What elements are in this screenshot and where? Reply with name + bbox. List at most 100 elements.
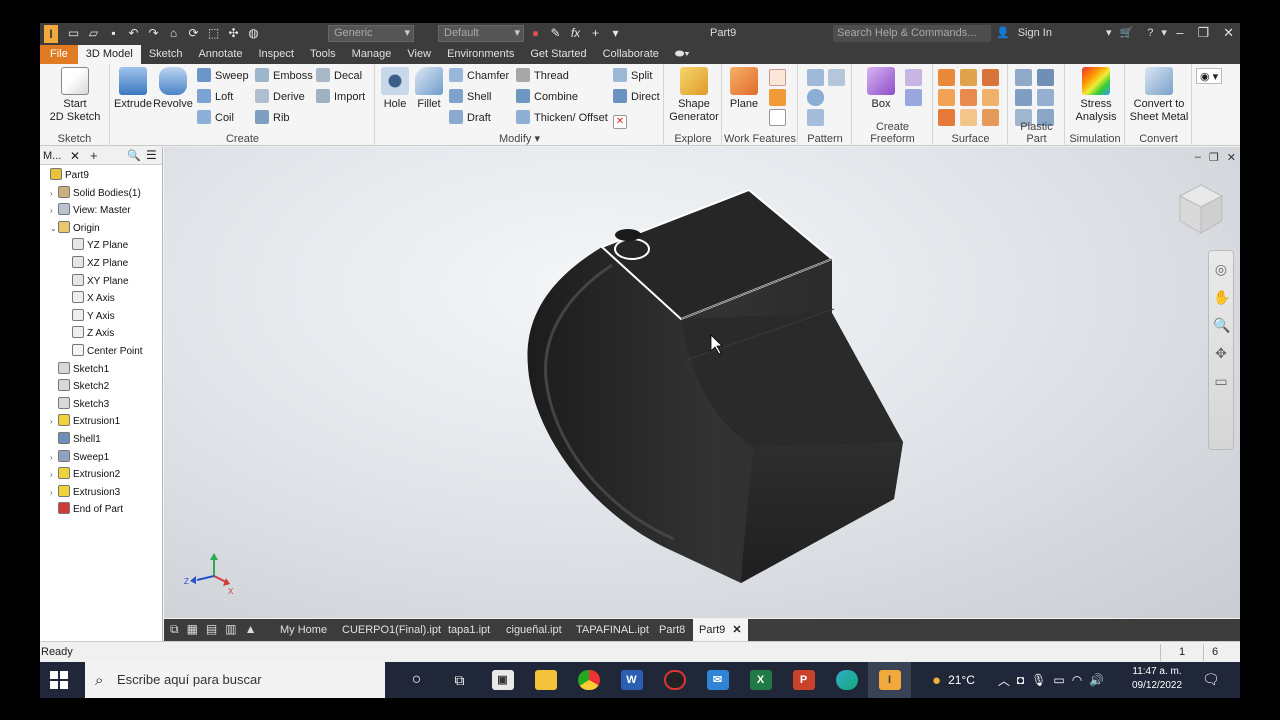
sign-in-link[interactable]: Sign In (1018, 27, 1052, 39)
doc-tab-tapafinal[interactable]: TAPAFINAL.ipt (576, 619, 649, 641)
browser-search-icon[interactable]: 🔍 (127, 149, 141, 162)
material-dropdown[interactable]: Generic (328, 25, 414, 42)
tab-list-icon[interactable]: ▲ (245, 622, 257, 637)
add-icon[interactable]: + (588, 26, 603, 41)
doc-tab-my-home[interactable]: My Home (280, 619, 327, 641)
fillet-button[interactable]: Fillet (412, 67, 446, 111)
browser-node[interactable]: Y Axis (64, 308, 115, 325)
tab-view[interactable]: View (399, 45, 439, 64)
sketch-pattern-icon[interactable] (807, 109, 824, 126)
browser-node[interactable]: Sketch2 (50, 378, 109, 395)
combine-button[interactable]: Combine (516, 89, 578, 105)
chrome-icon[interactable] (567, 662, 610, 698)
taskbar-clock[interactable]: 11:47 a. m. 09/12/2022 (1132, 665, 1182, 693)
tab-collaborate[interactable]: Collaborate (595, 45, 667, 64)
doc-tab-close-icon[interactable]: ✕ (732, 624, 741, 636)
tab-inspect[interactable]: Inspect (251, 45, 302, 64)
start-2d-sketch-button[interactable]: Start 2D Sketch (46, 67, 104, 124)
face-freeform-icon[interactable] (905, 89, 922, 106)
convert-freeform-icon[interactable] (905, 69, 922, 86)
task-view-icon[interactable]: ⧉ (438, 662, 481, 698)
tab-get-started[interactable]: Get Started (522, 45, 594, 64)
tab-tools[interactable]: Tools (302, 45, 344, 64)
browser-node[interactable]: X Axis (64, 290, 115, 307)
battery-icon[interactable]: ▭ (1053, 673, 1064, 687)
tray-overflow-icon[interactable]: ︿ (998, 672, 1010, 689)
browser-node[interactable]: › Solid Bodies(1) (50, 185, 141, 202)
expand-toggle-icon[interactable]: › (50, 202, 58, 219)
ucs-icon[interactable] (769, 109, 786, 126)
tab-environments[interactable]: Environments (439, 45, 522, 64)
import-button[interactable]: Import (316, 89, 365, 105)
convert-sheet-metal-button[interactable]: Convert to Sheet Metal (1128, 67, 1190, 124)
word-icon[interactable]: W (610, 662, 653, 698)
browser-node[interactable]: Shell1 (50, 431, 101, 448)
boss-icon[interactable] (1037, 69, 1054, 86)
cart-icon[interactable]: 🛒 (1119, 26, 1133, 39)
shell-button[interactable]: Shell (449, 89, 491, 105)
axis-tool-icon[interactable] (769, 69, 786, 86)
sign-in-dropdown-icon[interactable]: ▾ (1106, 26, 1112, 39)
browser-add-icon[interactable]: + (90, 148, 98, 163)
file-explorer-icon[interactable] (524, 662, 567, 698)
browser-close-icon[interactable]: ✕ (70, 149, 80, 163)
browser-node[interactable]: Sketch1 (50, 361, 109, 378)
ribbon-display-options-button[interactable]: ◉ ▾ (1196, 68, 1223, 84)
tab-manage[interactable]: Manage (344, 45, 400, 64)
expand-toggle-icon[interactable]: › (50, 466, 58, 483)
revolve-button[interactable]: Revolve (153, 67, 193, 111)
replace-face-icon[interactable] (982, 89, 999, 106)
browser-node[interactable]: Sketch3 (50, 396, 109, 413)
extend-icon[interactable] (960, 89, 977, 106)
panel-label-modify[interactable]: Modify ▾ (376, 132, 663, 145)
derive-button[interactable]: Derive (255, 89, 305, 105)
chamfer-button[interactable]: Chamfer (449, 68, 509, 84)
camera-icon[interactable]: ◘ (1017, 673, 1024, 687)
stress-analysis-button[interactable]: Stress Analysis (1068, 67, 1124, 124)
grill-icon[interactable] (1015, 69, 1032, 86)
weather-icon[interactable]: ● (932, 672, 941, 689)
delete-face-button[interactable]: ✕ (613, 110, 631, 129)
inventor-taskbar-icon[interactable]: I (868, 662, 911, 698)
coil-button[interactable]: Coil (197, 110, 234, 126)
browser-node[interactable]: › Extrusion2 (50, 466, 120, 483)
color-override-icon[interactable]: ● (528, 26, 543, 41)
tile-icon[interactable]: ▦ (187, 622, 198, 637)
browser-node[interactable]: › Extrusion1 (50, 413, 120, 430)
repair-bodies-icon[interactable] (938, 109, 955, 126)
expand-toggle-icon[interactable]: ⌄ (50, 220, 58, 237)
graphics-viewport[interactable]: – ❐ ✕ ◎ ✋ 🔍 ✥ ▭ X Z (164, 147, 1240, 618)
measure-icon[interactable]: ✣ (226, 26, 241, 41)
expand-toggle-icon[interactable]: › (50, 185, 58, 202)
loft-button[interactable]: Loft (197, 89, 233, 105)
expand-toggle-icon[interactable]: › (50, 449, 58, 466)
undo-icon[interactable]: ↶ (126, 26, 141, 41)
browser-node[interactable]: › Sweep1 (50, 449, 109, 466)
hole-button[interactable]: Hole (378, 67, 412, 111)
browser-node[interactable]: ⌄ Origin (50, 220, 100, 237)
screen-recorder-icon[interactable] (653, 662, 696, 698)
doc-tab-cuerpo1[interactable]: CUERPO1(Final).ipt (342, 619, 441, 641)
update-icon[interactable]: ⟳ (186, 26, 201, 41)
draft-button[interactable]: Draft (449, 110, 491, 126)
cortana-icon[interactable]: ○ (395, 662, 438, 698)
help-dropdown-icon[interactable]: ▾ (1161, 26, 1167, 39)
ruled-surface-icon[interactable] (982, 109, 999, 126)
decal-button[interactable]: Decal (316, 68, 362, 84)
rectangular-pattern-icon[interactable] (807, 69, 824, 86)
browser-menu-icon[interactable]: ☰ (146, 148, 157, 162)
browser-node[interactable]: › Extrusion3 (50, 484, 120, 501)
browser-node[interactable]: YZ Plane (64, 237, 128, 254)
cascade-icon[interactable]: ⧉ (170, 622, 179, 637)
customize-icon[interactable]: ▾ (608, 26, 623, 41)
fit-mesh-face-icon[interactable] (960, 109, 977, 126)
emboss-button[interactable]: Emboss (255, 68, 313, 84)
part-model[interactable] (164, 147, 1240, 618)
ribbon-options-icon[interactable]: ⬬▾ (667, 45, 698, 64)
mail-icon[interactable]: ✉ (696, 662, 739, 698)
volume-icon[interactable]: 🔊 (1089, 673, 1104, 687)
minimize-icon[interactable]: – (1176, 25, 1183, 41)
redo-icon[interactable]: ↷ (146, 26, 161, 41)
expand-toggle-icon[interactable]: › (50, 413, 58, 430)
tab-annotate[interactable]: Annotate (190, 45, 250, 64)
